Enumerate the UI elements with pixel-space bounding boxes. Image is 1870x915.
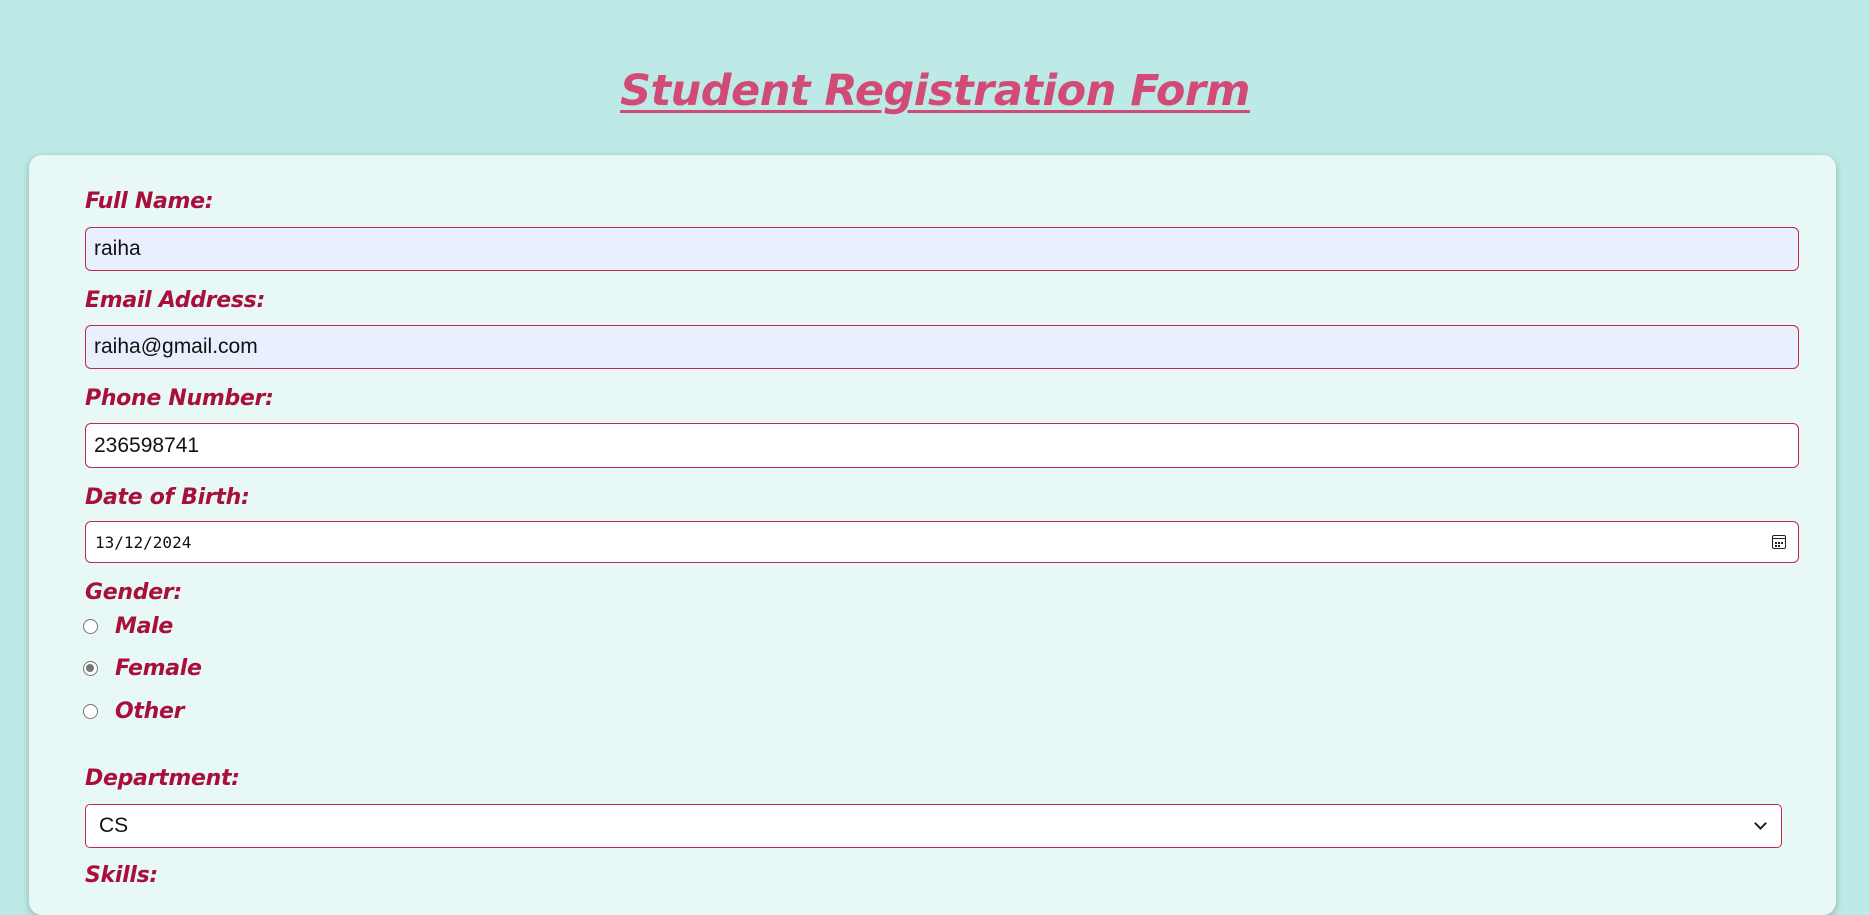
page-title: Student Registration Form [620,66,1250,116]
email-input[interactable]: raiha@gmail.com [85,325,1799,369]
dob-value: 13/12/2024 [95,532,192,552]
gender-option-female[interactable]: Female [83,653,202,683]
radio-label-female: Female [115,655,202,681]
radio-other[interactable] [83,703,98,719]
radio-label-male: Male [115,613,174,639]
phone-input[interactable]: 236598741 [85,423,1799,468]
full-name-input[interactable]: raiha [85,227,1799,271]
phone-label: Phone Number: [85,386,274,411]
registration-form: Full Name: raiha Email Address: raiha@gm… [29,155,1836,915]
department-select[interactable]: CS [85,804,1782,848]
department-label: Department: [85,766,240,791]
gender-option-other[interactable]: Other [83,696,184,726]
radio-female[interactable] [83,660,98,676]
dob-label: Date of Birth: [85,485,250,510]
skills-label: Skills: [85,863,158,888]
chevron-down-icon [1754,817,1767,830]
department-value: CS [99,814,129,837]
full-name-label: Full Name: [85,189,214,214]
gender-option-male[interactable]: Male [83,611,173,641]
email-label: Email Address: [85,288,265,313]
dob-input[interactable]: 13/12/2024 [85,521,1799,563]
calendar-icon[interactable] [1772,535,1786,549]
radio-male[interactable] [83,618,98,634]
radio-label-other: Other [115,698,185,724]
gender-label: Gender: [85,580,182,605]
